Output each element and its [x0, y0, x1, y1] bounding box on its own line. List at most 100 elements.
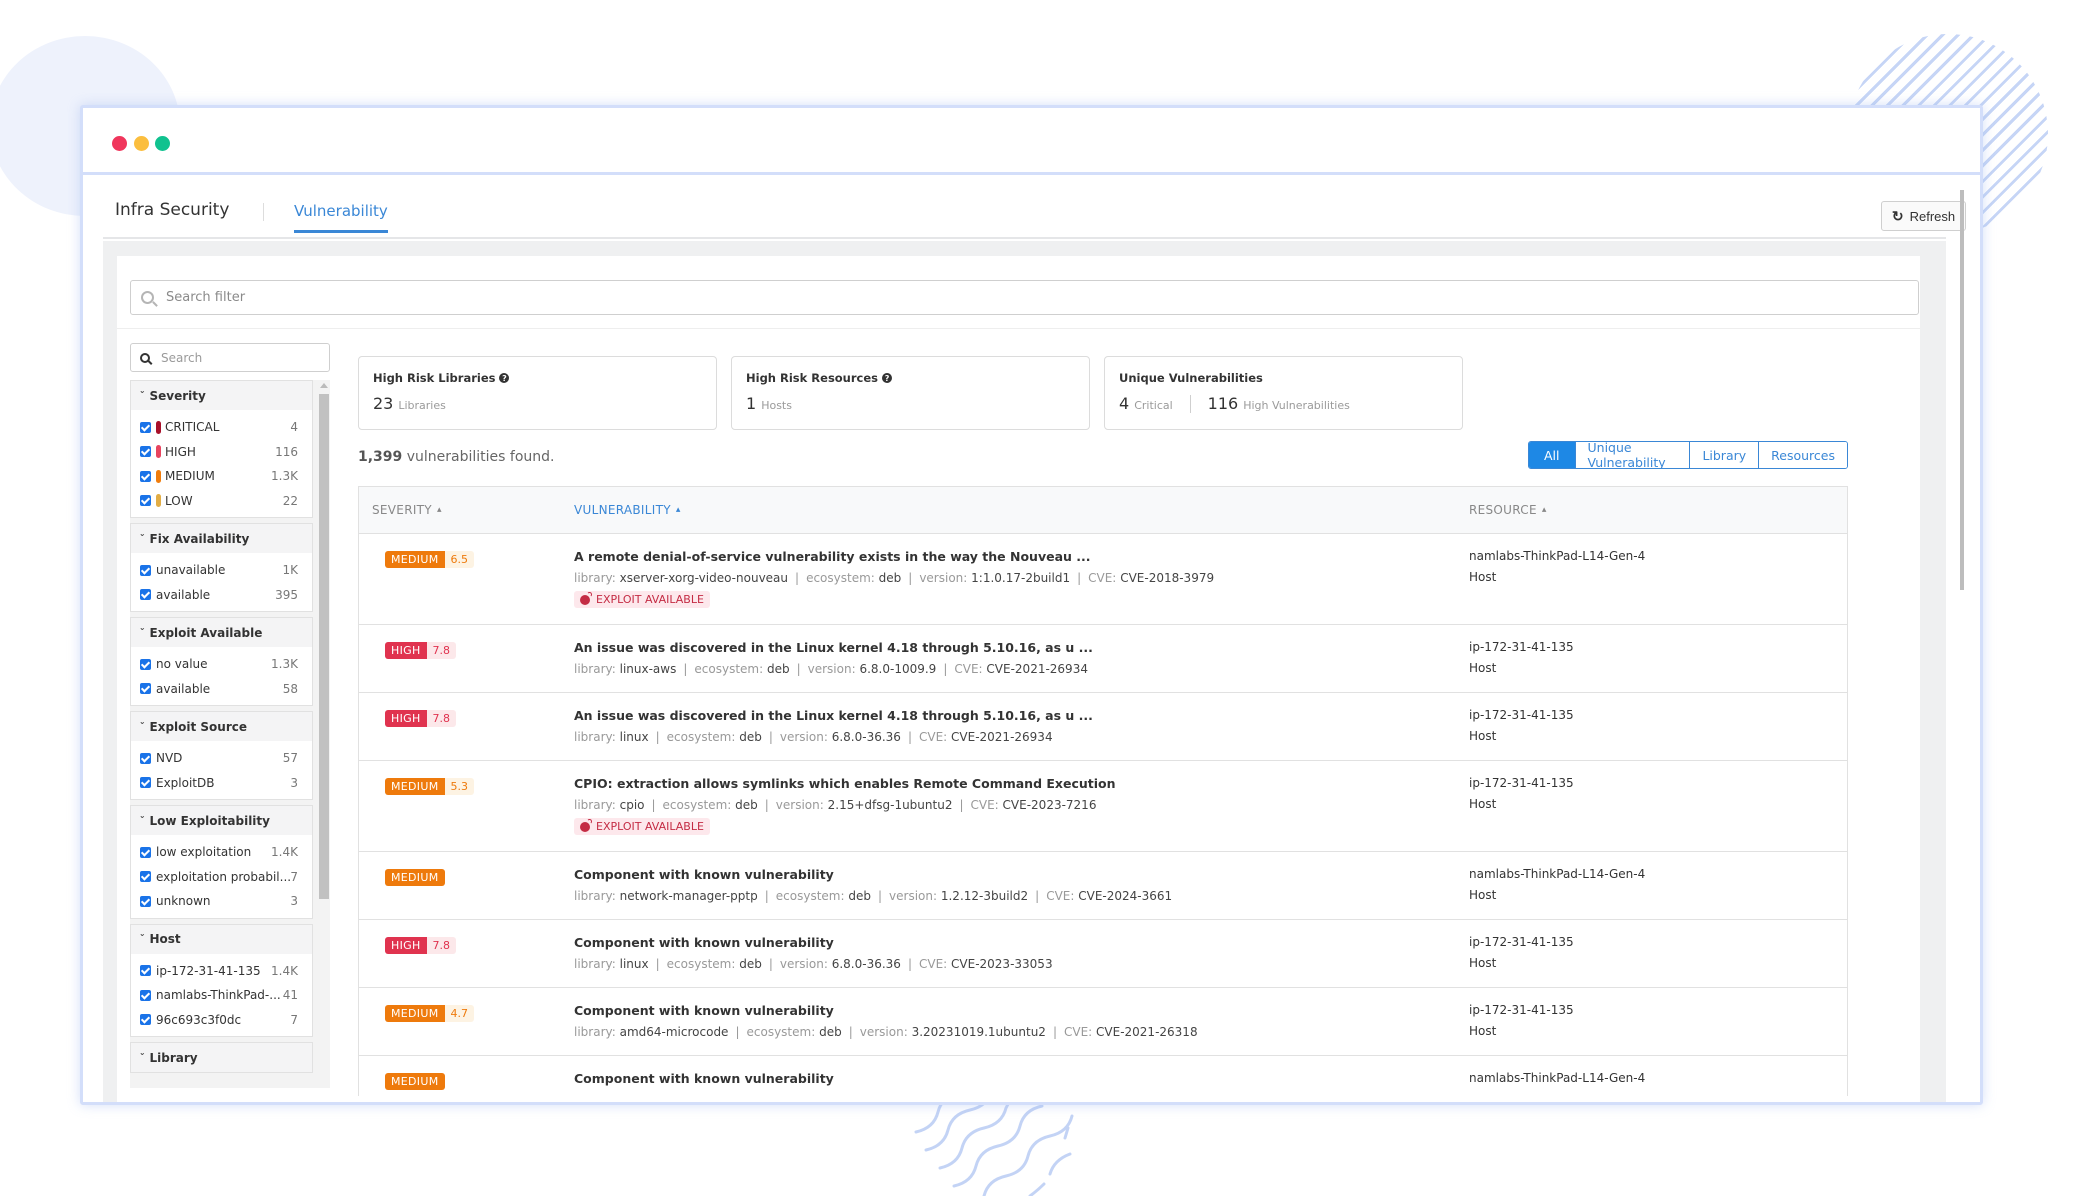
chevron-down-icon: ˅ — [139, 390, 146, 401]
meta-value-version: 6.8.0-36.36 — [831, 730, 901, 744]
view-toggle-all[interactable]: All — [1529, 442, 1575, 468]
facet-options: unavailable 1K available 395 — [131, 553, 312, 611]
facet-option[interactable]: LOW 22 — [131, 489, 312, 514]
facet-option[interactable]: no value 1.3K — [131, 652, 312, 677]
facet-option-count: 22 — [282, 493, 298, 508]
checkbox[interactable] — [140, 895, 151, 907]
facet-option-count: 1.4K — [271, 845, 298, 860]
vulnerability-title[interactable]: A remote denial-of-service vulnerability… — [574, 548, 1469, 565]
resource-name[interactable]: ip-172-31-41-135 — [1469, 639, 1847, 656]
facet-header[interactable]: ˅ Severity — [131, 381, 312, 410]
table-row[interactable]: MEDIUM 4.7 Component with known vulnerabil… — [359, 988, 1847, 1056]
checkbox[interactable] — [140, 1014, 151, 1026]
facet-option[interactable]: 96c693c3f0dc 7 — [131, 1008, 312, 1033]
facet-option[interactable]: exploitation probabil... 7 — [131, 865, 312, 890]
facet-header[interactable]: ˅ Fix Availability — [131, 524, 312, 553]
card-title-text: High Risk Resources — [746, 371, 879, 385]
vulnerability-cell: Component with known vulnerability — [574, 1070, 1469, 1096]
severity-cell: MEDIUM 5.3 — [359, 775, 574, 851]
column-header-resource[interactable]: RESOURCE ▴ — [1469, 503, 1847, 517]
facet-option[interactable]: namlabs-ThinkPad-... 41 — [131, 983, 312, 1008]
card-number: 1 — [746, 394, 757, 413]
resource-name[interactable]: ip-172-31-41-135 — [1469, 775, 1847, 792]
vulnerability-title[interactable]: An issue was discovered in the Linux ker… — [574, 707, 1469, 724]
facet-search-input[interactable] — [161, 350, 321, 365]
resource-name[interactable]: namlabs-ThinkPad-L14-Gen-4 — [1469, 548, 1847, 565]
view-toggle-resources[interactable]: Resources — [1758, 442, 1847, 468]
facet-header[interactable]: ˅ Low Exploitability — [131, 806, 312, 835]
checkbox[interactable] — [140, 989, 151, 1001]
resource-name[interactable]: ip-172-31-41-135 — [1469, 707, 1847, 724]
table-row[interactable]: HIGH 7.8 An issue was discovered in the Li… — [359, 625, 1847, 693]
table-row[interactable]: MEDIUM Component with known vulnerability… — [359, 1056, 1847, 1096]
window-minimize-button[interactable] — [134, 136, 149, 151]
facet-option-label: 96c693c3f0dc — [156, 1012, 242, 1027]
checkbox[interactable] — [140, 564, 151, 576]
view-toggle-unique-vulnerability[interactable]: Unique Vulnerability — [1574, 442, 1690, 468]
checkbox[interactable] — [140, 421, 151, 433]
table-row[interactable]: MEDIUM 6.5 A remote denial-of-service vuln… — [359, 534, 1847, 625]
facet-option[interactable]: NVD 57 — [131, 746, 312, 771]
view-toggle-library[interactable]: Library — [1689, 442, 1759, 468]
vulnerability-title[interactable]: Component with known vulnerability — [574, 1002, 1469, 1019]
facet-header[interactable]: ˅ Exploit Available — [131, 618, 312, 647]
vulnerability-title[interactable]: Component with known vulnerability — [574, 866, 1469, 883]
vulnerability-title[interactable]: An issue was discovered in the Linux ker… — [574, 639, 1469, 656]
facet-option[interactable]: unknown 3 — [131, 889, 312, 914]
column-header-severity[interactable]: SEVERITY ▴ — [359, 503, 574, 517]
checkbox[interactable] — [140, 965, 151, 977]
vulnerability-title[interactable]: Component with known vulnerability — [574, 1070, 1469, 1087]
checkbox[interactable] — [140, 777, 151, 789]
checkbox[interactable] — [140, 589, 151, 601]
vulnerability-title[interactable]: Component with known vulnerability — [574, 934, 1469, 951]
facet-option-label: no value — [156, 657, 208, 672]
search-filter-input[interactable] — [166, 290, 1866, 305]
facet-option[interactable]: available 395 — [131, 583, 312, 608]
table-row[interactable]: HIGH 7.8 An issue was discovered in the Li… — [359, 693, 1847, 761]
checkbox[interactable] — [140, 495, 151, 507]
vulnerability-cell: A remote denial-of-service vulnerability… — [574, 548, 1469, 624]
vulnerability-title[interactable]: CPIO: extraction allows symlinks which e… — [574, 775, 1469, 792]
help-icon[interactable]: ? — [499, 373, 510, 383]
table-row[interactable]: MEDIUM Component with known vulnerability… — [359, 852, 1847, 920]
facet-option[interactable]: available 58 — [131, 677, 312, 702]
resource-name[interactable]: namlabs-ThinkPad-L14-Gen-4 — [1469, 1070, 1847, 1087]
facet-scrollbar-thumb[interactable] — [319, 394, 329, 899]
facet-header[interactable]: ˅ Host — [131, 924, 312, 954]
column-header-vulnerability[interactable]: VULNERABILITY ▴ — [574, 503, 1469, 517]
facet-option[interactable]: HIGH 116 — [131, 440, 312, 465]
checkbox[interactable] — [140, 470, 151, 482]
facet-option[interactable]: CRITICAL 4 — [131, 415, 312, 440]
resource-name[interactable]: ip-172-31-41-135 — [1469, 1002, 1847, 1019]
table-row[interactable]: HIGH 7.8 Component with known vulnerabilit… — [359, 920, 1847, 988]
resource-name[interactable]: namlabs-ThinkPad-L14-Gen-4 — [1469, 866, 1847, 883]
vulnerability-cell: Component with known vulnerability librar… — [574, 1002, 1469, 1055]
resource-name[interactable]: ip-172-31-41-135 — [1469, 934, 1847, 951]
tab-vulnerability[interactable]: Vulnerability — [294, 202, 388, 233]
facet-header[interactable]: ˅ Library — [131, 1043, 312, 1072]
meta-value-cve: CVE-2021-26934 — [986, 662, 1088, 676]
facet-option[interactable]: MEDIUM 1.3K — [131, 464, 312, 489]
facet-option[interactable]: unavailable 1K — [131, 558, 312, 583]
checkbox[interactable] — [140, 846, 151, 858]
checkbox[interactable] — [140, 871, 151, 883]
table-row[interactable]: MEDIUM 5.3 CPIO: extraction allows symlink… — [359, 761, 1847, 852]
checkbox[interactable] — [140, 683, 151, 695]
checkbox[interactable] — [140, 658, 151, 670]
scroll-up-arrow-icon[interactable] — [320, 383, 328, 388]
checkbox[interactable] — [140, 446, 151, 458]
facet-option[interactable]: ip-172-31-41-135 1.4K — [131, 959, 312, 984]
facet-scrollbar[interactable] — [317, 380, 330, 1088]
refresh-button[interactable]: ↻ Refresh — [1881, 201, 1966, 231]
window-close-button[interactable] — [112, 136, 127, 151]
facet-option-count: 58 — [282, 681, 298, 696]
window-maximize-button[interactable] — [155, 136, 170, 151]
checkbox[interactable] — [140, 752, 151, 764]
page-scrollbar[interactable] — [1960, 190, 1964, 590]
help-icon[interactable]: ? — [882, 373, 893, 383]
card-number: 23 — [373, 394, 394, 413]
facet-header[interactable]: ˅ Exploit Source — [131, 712, 312, 741]
facet-option[interactable]: low exploitation 1.4K — [131, 840, 312, 865]
card-unit: Hosts — [761, 399, 792, 412]
facet-option[interactable]: ExploitDB 3 — [131, 771, 312, 796]
